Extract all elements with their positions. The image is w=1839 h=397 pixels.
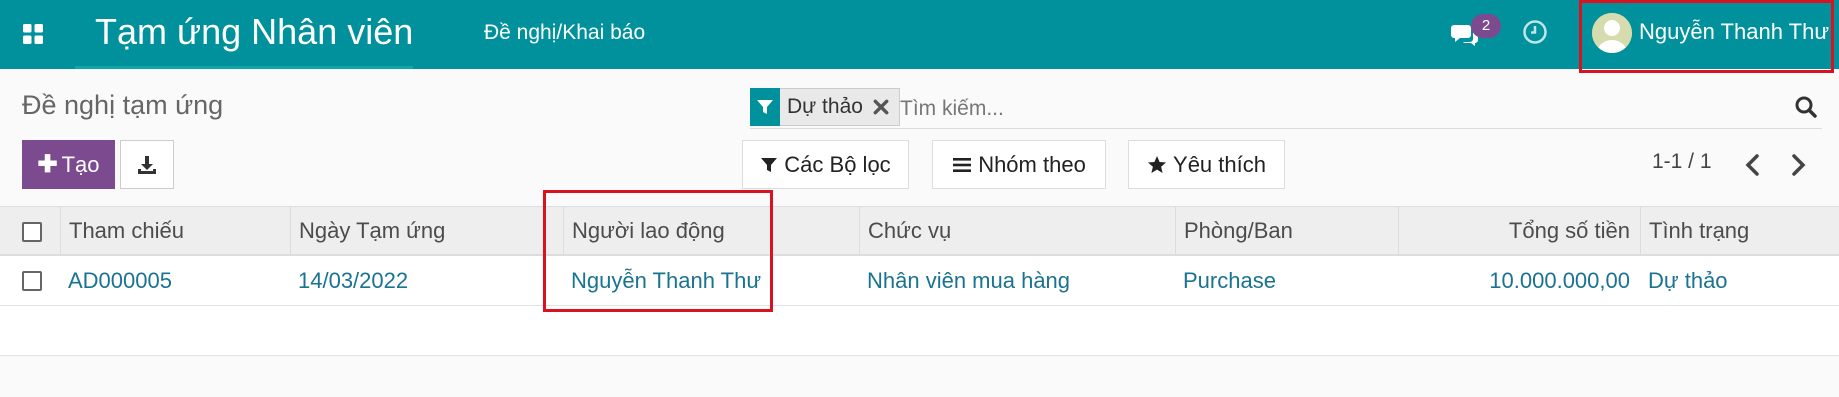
table-row[interactable]: AD000005 14/03/2022 Nguyễn Thanh Thư Nhâ… bbox=[0, 256, 1839, 306]
search-bar: Dự thảo bbox=[750, 85, 1822, 129]
cell-reference[interactable]: AD000005 bbox=[60, 256, 292, 306]
plus-icon: ✚ bbox=[37, 151, 58, 178]
column-header-amount[interactable]: Tổng số tiền bbox=[1398, 207, 1640, 255]
top-navbar: Tạm ứng Nhân viên Đề nghị/Khai báo 2 Ngu… bbox=[0, 0, 1839, 73]
chevron-left-icon[interactable] bbox=[1741, 152, 1765, 178]
clock-icon[interactable] bbox=[1521, 18, 1549, 46]
empty-row bbox=[0, 306, 1839, 356]
avatar bbox=[1592, 13, 1632, 53]
brand-underline bbox=[75, 66, 413, 69]
list-icon bbox=[953, 157, 972, 172]
grid-icon bbox=[23, 24, 43, 44]
favorites-button[interactable]: Yêu thích bbox=[1128, 140, 1285, 189]
download-icon bbox=[138, 155, 156, 174]
search-facet: Dự thảo bbox=[750, 87, 900, 126]
breadcrumb: Đề nghị tạm ứng bbox=[22, 90, 224, 120]
apps-menu-button[interactable] bbox=[19, 20, 47, 48]
group-by-button[interactable]: Nhóm theo bbox=[932, 140, 1106, 189]
table-header: Tham chiếu Ngày Tạm ứng Người lao động C… bbox=[0, 206, 1839, 256]
create-label: Tạo bbox=[61, 151, 100, 177]
filters-label: Các Bộ lọc bbox=[784, 151, 891, 177]
cell-employee[interactable]: Nguyễn Thanh Thư bbox=[563, 256, 858, 306]
filter-facet-icon bbox=[750, 87, 780, 126]
messages-button[interactable]: 2 bbox=[1451, 14, 1501, 52]
cell-position[interactable]: Nhân viên mua hàng bbox=[859, 256, 1175, 306]
filters-button[interactable]: Các Bộ lọc bbox=[742, 140, 909, 189]
filter-icon bbox=[761, 157, 778, 172]
chevron-right-icon[interactable] bbox=[1786, 152, 1810, 178]
export-button[interactable] bbox=[120, 140, 174, 189]
row-checkbox[interactable] bbox=[22, 271, 42, 291]
create-button[interactable]: ✚ Tạo bbox=[22, 140, 115, 189]
column-header-date[interactable]: Ngày Tạm ứng bbox=[290, 207, 548, 255]
column-header-department[interactable]: Phòng/Ban bbox=[1175, 207, 1398, 255]
column-header-reference[interactable]: Tham chiếu bbox=[60, 207, 292, 255]
column-header-position[interactable]: Chức vụ bbox=[859, 207, 1175, 255]
search-icon[interactable] bbox=[1794, 95, 1818, 119]
column-header-employee[interactable]: Người lao động bbox=[563, 207, 858, 255]
messages-badge: 2 bbox=[1471, 14, 1501, 38]
column-header-status[interactable]: Tình trạng bbox=[1640, 207, 1839, 255]
facet-value: Dự thảo bbox=[787, 95, 863, 118]
user-name[interactable]: Nguyễn Thanh Thư bbox=[1639, 19, 1829, 45]
pager-value[interactable]: 1-1 / 1 bbox=[1652, 150, 1712, 174]
user-menu[interactable]: Nguyễn Thanh Thư bbox=[1579, 0, 1834, 73]
search-input[interactable] bbox=[898, 93, 1782, 125]
cell-amount[interactable]: 10.000.000,00 bbox=[1398, 256, 1640, 306]
remove-facet-icon[interactable] bbox=[871, 97, 891, 117]
cell-department[interactable]: Purchase bbox=[1175, 256, 1398, 306]
menu-item-requests[interactable]: Đề nghị/Khai báo bbox=[484, 18, 645, 48]
group-by-label: Nhóm theo bbox=[978, 151, 1086, 177]
star-icon bbox=[1148, 155, 1167, 173]
app-title[interactable]: Tạm ứng Nhân viên bbox=[95, 8, 413, 56]
select-all-checkbox[interactable] bbox=[22, 222, 42, 242]
favorites-label: Yêu thích bbox=[1173, 151, 1266, 177]
user-avatar-icon bbox=[1592, 13, 1632, 53]
cell-date[interactable]: 14/03/2022 bbox=[290, 256, 548, 306]
cell-status[interactable]: Dự thảo bbox=[1640, 256, 1839, 306]
